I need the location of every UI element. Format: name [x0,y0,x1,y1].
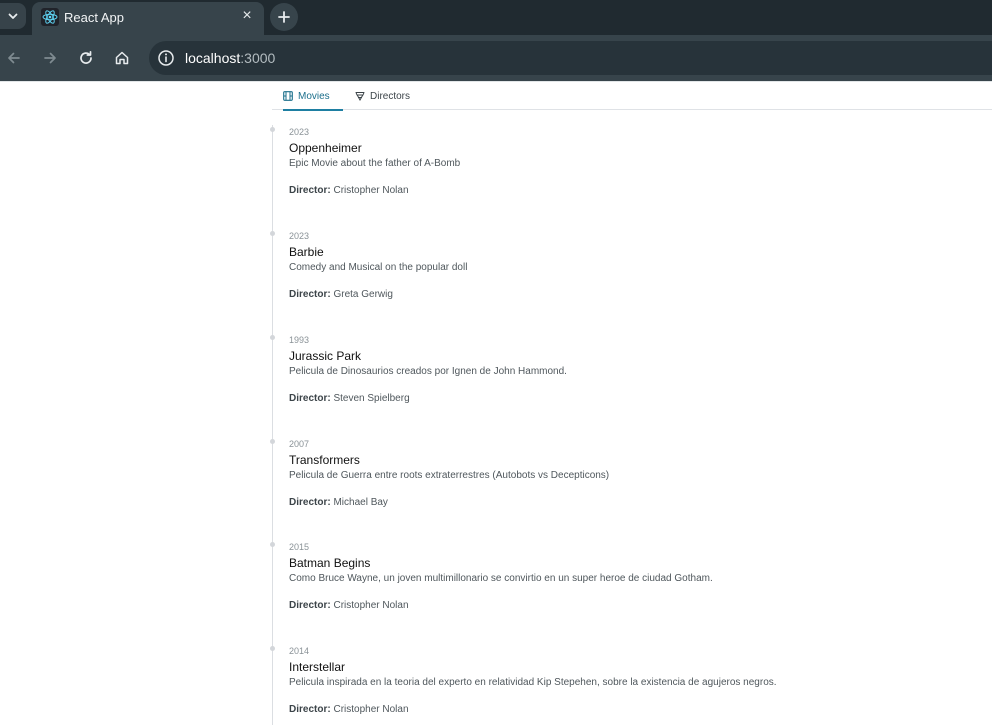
url-host: localhost [185,50,241,66]
timeline-line [272,125,273,725]
tab-search-button[interactable] [0,3,26,29]
director-label: Director: [289,497,331,508]
movie-title: Jurassic Park [289,349,362,363]
movie-description: Epic Movie about the father of A-Bomb [289,158,461,169]
director-name: Cristopher Nolan [333,185,409,196]
forward-button[interactable] [37,45,63,71]
movie-title: Batman Begins [289,556,371,570]
movie-year: 2007 [289,439,310,449]
browser-toolbar: localhost:3000 [0,35,992,81]
tab-movies[interactable]: Movies [283,82,343,111]
tab-directors[interactable]: Directors [355,82,425,110]
close-icon[interactable]: × [239,8,255,24]
movies-timeline: 2023 Oppenheimer Epic Movie about the fa… [270,125,992,725]
timeline-dot [270,439,275,444]
movie-title: Oppenheimer [289,141,362,155]
movie-year: 2015 [289,542,310,552]
movie-year: 2023 [289,127,310,137]
reload-button[interactable] [73,45,99,71]
movie-year: 1993 [289,335,310,345]
movie-description: Pelicula inspirada en la teoria del expe… [289,677,777,688]
timeline-dot [270,646,275,651]
director-name: Cristopher Nolan [333,704,409,715]
timeline-dot [270,127,275,132]
home-icon [115,51,129,65]
director-label: Director: [289,600,331,611]
movie-title: Transformers [289,453,360,467]
director-label: Director: [289,185,331,196]
movie-director: Director: Cristopher Nolan [289,600,409,611]
movie-year: 2014 [289,646,310,656]
browser-tab-active[interactable]: React App × [32,2,264,35]
director-name: Michael Bay [333,497,388,508]
reload-icon [80,50,92,64]
timeline-dot [270,335,275,340]
tab-movies-label: Movies [298,90,330,102]
tab-title: React App [64,10,124,25]
url-text: localhost:3000 [185,50,275,66]
movie-year: 2023 [289,231,310,241]
director-label: Director: [289,704,331,715]
movie-description: Pelicula de Guerra entre roots extraterr… [289,470,610,481]
timeline-dot [270,542,275,547]
movie-director: Director: Cristopher Nolan [289,704,409,715]
movie-description: Pelicula de Dinosaurios creados por Igne… [289,366,567,377]
movie-director: Director: Michael Bay [289,497,388,508]
movie-director: Director: Greta Gerwig [289,289,393,300]
movie-description: Como Bruce Wayne, un joven multimillonar… [289,573,713,584]
timeline-dot [270,231,275,236]
new-tab-button[interactable] [270,3,298,31]
address-bar[interactable]: localhost:3000 [149,41,992,75]
director-icon [355,92,365,101]
film-icon [283,91,293,101]
movie-director: Director: Steven Spielberg [289,393,410,404]
arrow-right-icon [44,52,56,64]
movie-director: Director: Cristopher Nolan [289,185,409,196]
movie-title: Barbie [289,245,324,259]
back-button[interactable] [1,45,27,71]
director-name: Cristopher Nolan [333,600,409,611]
page-tabs: Movies Directors [272,82,992,111]
home-button[interactable] [109,45,135,71]
director-label: Director: [289,289,331,300]
plus-icon [278,11,290,23]
director-name: Greta Gerwig [333,289,393,300]
director-label: Director: [289,393,331,404]
react-logo-icon [41,8,59,26]
movie-description: Comedy and Musical on the popular doll [289,262,468,273]
browser-tabstrip: React App × [0,0,992,35]
tab-directors-label: Directors [370,90,411,102]
chevron-down-icon [8,13,18,19]
url-port: :3000 [240,50,276,66]
arrow-left-icon [8,52,20,64]
movie-title: Interstellar [289,660,346,674]
info-icon[interactable] [157,49,175,67]
director-name: Steven Spielberg [333,393,410,404]
